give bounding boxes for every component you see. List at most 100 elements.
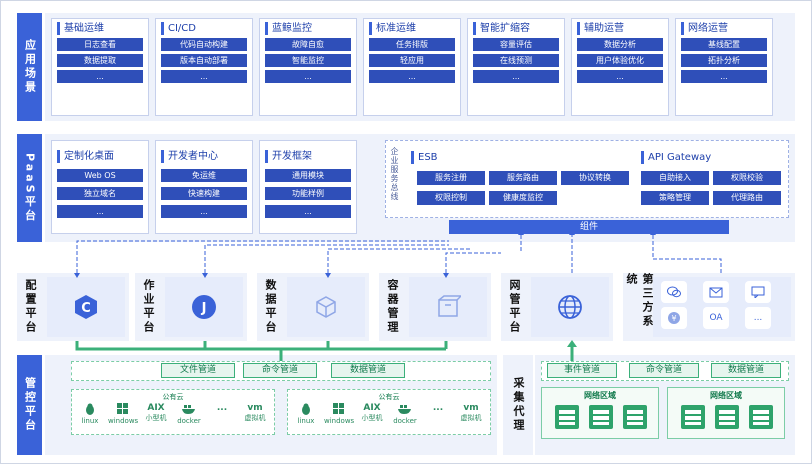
svg-text:C: C — [81, 301, 91, 316]
paas-item-pill: 独立域名 — [57, 187, 143, 200]
paas-item-pill: ... — [161, 205, 247, 218]
svg-text:J: J — [201, 301, 207, 316]
module-label: 作业平台 — [142, 279, 155, 335]
scenario-item-pill: ... — [369, 70, 455, 83]
scenario-card: 智能扩缩容 容量评估 在线预测... — [467, 18, 565, 116]
api-item-pill: 策略管理 — [641, 191, 709, 205]
cloud-title: 公有云 — [162, 393, 184, 401]
os-label: AIX — [147, 403, 165, 413]
os-label: ... — [432, 403, 444, 413]
scenario-item-pill: 拓扑分析 — [681, 54, 767, 67]
docker-icon — [390, 403, 420, 417]
scenario-item-pill: 代码自动构建 — [161, 38, 247, 51]
network-zone-title: 网络区域 — [584, 391, 616, 400]
control-label: 管控平台 — [17, 355, 42, 455]
windows-icon — [108, 403, 138, 417]
scenario-card-title: 网络运营 — [681, 22, 767, 35]
j-logo-icon: J — [165, 277, 243, 337]
paas-label: PaaS平台 — [17, 134, 42, 242]
control-channel: 数据管道 — [331, 363, 405, 378]
module-label: 容器管理 — [386, 279, 399, 335]
esb-title: ESB — [411, 151, 438, 164]
third-party-app: OA — [703, 307, 729, 329]
scenario-card-title: CI/CD — [161, 22, 247, 35]
os-label: linux — [297, 417, 315, 425]
paas-item-pill: 快速构建 — [161, 187, 247, 200]
scenario-card-title: 蓝鲸监控 — [265, 22, 351, 35]
paas-item-pill: ... — [57, 205, 143, 218]
paas-card: 开发框架 通用模块 功能样例... — [259, 140, 357, 234]
os-label: 小型机 — [145, 414, 167, 422]
scenario-item-pill: 日志查看 — [57, 38, 143, 51]
esb-item-pill: 服务注册 — [417, 171, 485, 185]
os-label: windows — [108, 417, 139, 425]
os-label: AIX — [363, 403, 381, 413]
paas-card: 定制化桌面 Web OS 独立域名... — [51, 140, 149, 234]
cube-icon — [287, 277, 365, 337]
scenario-item-pill: ... — [681, 70, 767, 83]
module-label: 网管平台 — [508, 279, 521, 335]
paas-item-pill: ... — [265, 205, 351, 218]
control-channel: 文件管道 — [161, 363, 235, 378]
module-label: 数据平台 — [264, 279, 277, 335]
svg-text:¥: ¥ — [671, 314, 676, 323]
scenario-item-pill: 在线预测 — [473, 54, 559, 67]
scenario-item-pill: ... — [577, 70, 663, 83]
mail-icon — [703, 281, 729, 303]
paas-card-title: 定制化桌面 — [57, 150, 143, 163]
scenario-item-pill: 容量评估 — [473, 38, 559, 51]
server-icon — [555, 405, 579, 429]
scenario-card-title: 基础运维 — [57, 22, 143, 35]
scenario-item-pill: 智能监控 — [265, 54, 351, 67]
architecture-diagram: 应用场景 基础运维日志查看数据提取... CI/CD 代码自动构建 版本自动部署...… — [0, 0, 812, 464]
windows-icon — [324, 403, 354, 417]
docker-icon — [174, 403, 204, 417]
scenario-item-pill: 轻应用 — [369, 54, 455, 67]
os-item: vm 虚拟机 — [240, 403, 270, 423]
network-zone-title: 网络区域 — [710, 391, 742, 400]
esb-item-pill: 协议转换 — [561, 171, 629, 185]
os-item: linux — [291, 403, 321, 425]
scenario-item-pill: 任务排版 — [369, 38, 455, 51]
scenarios-label: 应用场景 — [17, 13, 42, 121]
globe-icon — [531, 277, 609, 337]
api-item-pill: 代理路由 — [713, 191, 781, 205]
scenario-item-pill: 基线配置 — [681, 38, 767, 51]
module-label: 配置平台 — [24, 279, 37, 335]
paas-item-pill: 通用模块 — [265, 169, 351, 182]
os-item: linux — [75, 403, 105, 425]
os-label: windows — [324, 417, 355, 425]
os-label: 虚拟机 — [244, 414, 266, 422]
scenario-item-pill: ... — [57, 70, 143, 83]
os-item: windows — [324, 403, 354, 425]
control-channel: 命令管道 — [243, 363, 317, 378]
paas-card-title: 开发者中心 — [161, 150, 247, 163]
os-label: vm — [247, 403, 263, 413]
os-item: ... — [423, 403, 453, 413]
os-item: vm 虚拟机 — [456, 403, 486, 423]
yen-icon: ¥ — [661, 307, 687, 329]
os-label: docker — [393, 417, 417, 425]
scenario-item-pill: 数据提取 — [57, 54, 143, 67]
scenario-item-pill: 数据分析 — [577, 38, 663, 51]
third-party-app: ... — [745, 307, 771, 329]
scenario-card: 网络运营基线配置拓扑分析... — [675, 18, 773, 116]
server-icon — [681, 405, 705, 429]
api-item-pill: 自助接入 — [641, 171, 709, 185]
os-label: ... — [216, 403, 228, 413]
server-icon — [589, 405, 613, 429]
os-label: vm — [463, 403, 479, 413]
scenario-item-pill: 用户体验优化 — [577, 54, 663, 67]
esb-item-pill: 服务路由 — [489, 171, 557, 185]
c-logo-icon: C — [47, 277, 125, 337]
scenario-card: CI/CD 代码自动构建 版本自动部署... — [155, 18, 253, 116]
third-party-label: 第三方系统 — [625, 273, 654, 329]
scenario-item-pill: 版本自动部署 — [161, 54, 247, 67]
os-label: linux — [81, 417, 99, 425]
scenario-card: 辅助运营 数据分析 用户体验优化... — [571, 18, 669, 116]
cloud-title: 公有云 — [378, 393, 400, 401]
api-item-pill: 权限校验 — [713, 171, 781, 185]
collector-channel: 命令管道 — [629, 363, 699, 378]
collector-channel: 数据管道 — [711, 363, 781, 378]
scenario-card: 蓝鲸监控 故障自愈 智能监控... — [259, 18, 357, 116]
